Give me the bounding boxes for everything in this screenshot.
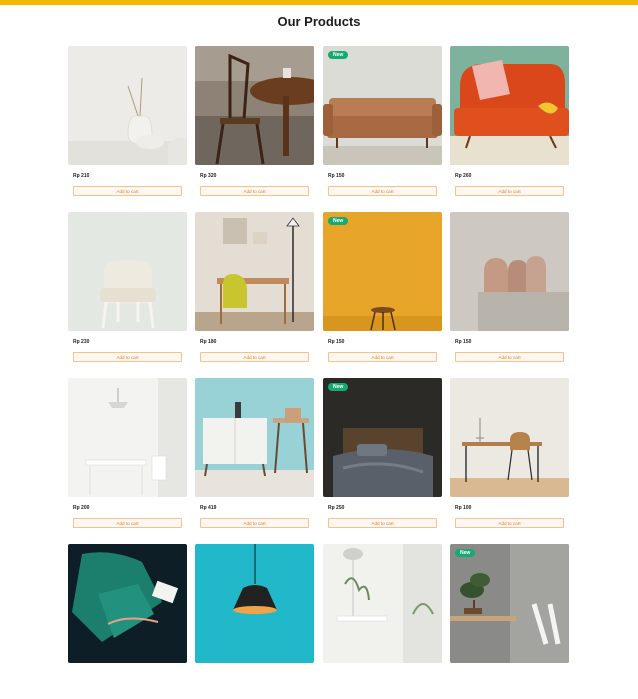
product-card[interactable]: Rp 180 Add to cart: [195, 212, 314, 367]
add-to-cart-button[interactable]: Add to cart: [328, 518, 437, 528]
product-price: Rp 180: [200, 339, 217, 345]
product-image-white-room[interactable]: [323, 544, 442, 663]
add-to-cart-button[interactable]: Add to cart: [73, 518, 182, 528]
product-image-desk[interactable]: [450, 378, 569, 497]
product-card[interactable]: Rp 320 Add to cart: [195, 46, 314, 201]
product-image-sofa[interactable]: [323, 46, 442, 165]
product-price: Rp 210: [73, 173, 90, 179]
product-card[interactable]: Rp 200 Add to cart: [68, 378, 187, 533]
add-to-cart-button[interactable]: Add to cart: [73, 186, 182, 196]
add-to-cart-button[interactable]: Add to cart: [455, 352, 564, 362]
page-title: Our Products: [277, 14, 361, 29]
product-image-stool[interactable]: [323, 212, 442, 331]
product-price: Rp 150: [328, 173, 345, 179]
add-to-cart-button[interactable]: Add to cart: [328, 352, 437, 362]
new-badge: New: [328, 383, 349, 391]
product-price: Rp 150: [455, 339, 472, 345]
add-to-cart-button[interactable]: Add to cart: [200, 518, 309, 528]
product-price: Rp 260: [455, 173, 472, 179]
add-to-cart-button[interactable]: Add to cart: [328, 186, 437, 196]
product-image-desk-lamp[interactable]: [195, 212, 314, 331]
product-image-armchair[interactable]: [68, 212, 187, 331]
product-card[interactable]: Rp 100 Add to cart: [450, 378, 569, 533]
new-badge: New: [328, 217, 349, 225]
product-card[interactable]: New Rp 150 Add to cart: [323, 46, 442, 201]
new-badge: New: [328, 51, 349, 59]
product-card[interactable]: Rp 210 Add to cart: [68, 46, 187, 201]
product-image-orange-sofa[interactable]: [450, 46, 569, 165]
product-image-chair-table[interactable]: [195, 46, 314, 165]
product-price: Rp 250: [328, 505, 345, 511]
product-card[interactable]: New Rp 150 Add to cart: [323, 212, 442, 367]
product-image-pendant-lamp[interactable]: [195, 544, 314, 663]
product-image-pots[interactable]: [450, 212, 569, 331]
product-image-bonsai-table[interactable]: [450, 544, 569, 663]
product-price: Rp 419: [200, 505, 217, 511]
product-price: Rp 320: [200, 173, 217, 179]
product-card[interactable]: Rp 150 Add to cart: [450, 212, 569, 367]
product-card[interactable]: Rp 230 Add to cart: [68, 212, 187, 367]
product-card[interactable]: [68, 544, 187, 699]
product-price: Rp 230: [73, 339, 90, 345]
top-accent-bar: [0, 0, 638, 5]
product-price: Rp 100: [455, 505, 472, 511]
add-to-cart-button[interactable]: Add to cart: [200, 186, 309, 196]
product-card[interactable]: [195, 544, 314, 699]
add-to-cart-button[interactable]: Add to cart: [455, 186, 564, 196]
product-image-dining-room[interactable]: [68, 378, 187, 497]
product-image-green-chair[interactable]: [68, 544, 187, 663]
new-badge: New: [455, 549, 476, 557]
product-image-sideboard[interactable]: [195, 378, 314, 497]
add-to-cart-button[interactable]: Add to cart: [200, 352, 309, 362]
product-card[interactable]: New: [450, 544, 569, 699]
product-card[interactable]: [323, 544, 442, 699]
product-card[interactable]: Rp 260 Add to cart: [450, 46, 569, 201]
add-to-cart-button[interactable]: Add to cart: [73, 352, 182, 362]
product-price: Rp 150: [328, 339, 345, 345]
add-to-cart-button[interactable]: Add to cart: [455, 518, 564, 528]
product-image-vase[interactable]: [68, 46, 187, 165]
product-image-bed[interactable]: [323, 378, 442, 497]
product-price: Rp 200: [73, 505, 90, 511]
product-card[interactable]: New Rp 250 Add to cart: [323, 378, 442, 533]
product-card[interactable]: Rp 419 Add to cart: [195, 378, 314, 533]
